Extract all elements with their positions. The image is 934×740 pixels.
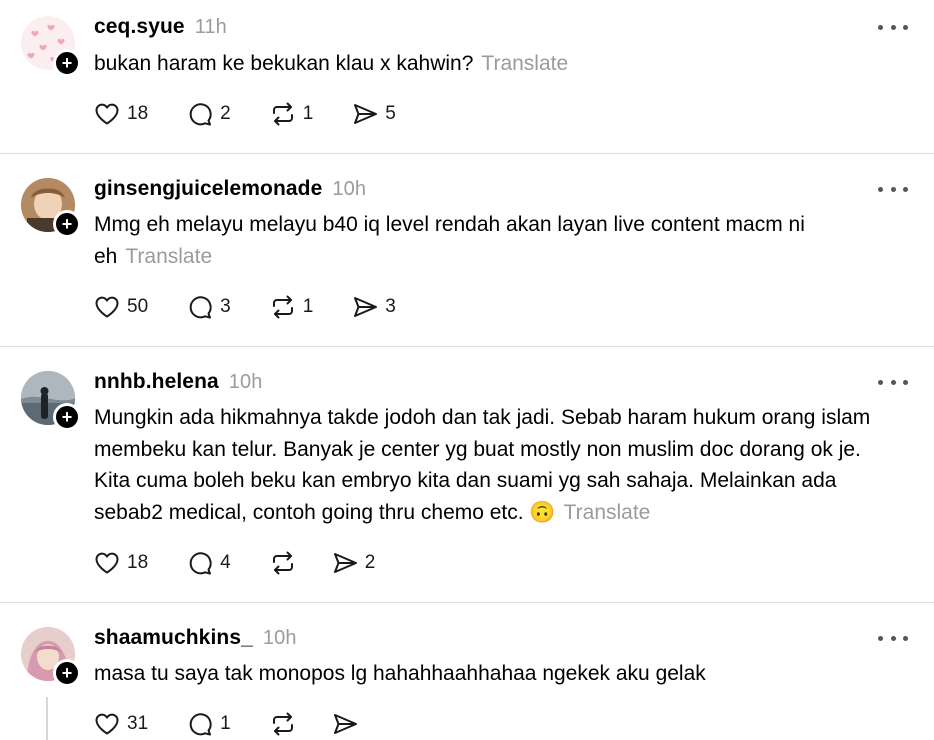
thread-line	[46, 697, 48, 740]
post-text: Mungkin ada hikmahnya takde jodoh dan ta…	[94, 402, 899, 528]
heart-icon	[95, 296, 119, 318]
like-button[interactable]: 50	[93, 293, 148, 321]
share-button[interactable]: 3	[351, 293, 396, 321]
timestamp: 11h	[194, 16, 227, 38]
send-icon	[354, 297, 378, 317]
share-button[interactable]: 5	[351, 100, 396, 128]
follow-plus-icon[interactable]: +	[53, 210, 81, 238]
send-icon	[333, 553, 357, 573]
reply-button[interactable]: 2	[186, 100, 231, 128]
repost-button[interactable]	[269, 549, 297, 577]
share-count: 5	[385, 103, 396, 124]
post-text: Mmg eh melayu melayu b40 iq level rendah…	[94, 209, 904, 272]
like-count: 18	[127, 103, 149, 124]
share-button[interactable]: 2	[331, 549, 376, 577]
more-options-icon[interactable]	[878, 376, 908, 388]
username-text[interactable]: nnhb.helena	[94, 370, 219, 393]
repost-button[interactable]: 1	[269, 100, 314, 128]
comment-icon	[189, 552, 212, 575]
username-text[interactable]: ceq.syue	[94, 15, 185, 38]
repost-button[interactable]	[269, 710, 297, 738]
reply-button[interactable]: 3	[186, 293, 231, 321]
username[interactable]: ceq.syue 11h	[94, 15, 227, 39]
comment-icon	[189, 296, 212, 319]
post-body: masa tu saya tak monopos lg hahahhaahhah…	[94, 662, 706, 685]
repost-button[interactable]: 1	[269, 293, 314, 321]
post-text: masa tu saya tak monopos lg hahahhaahhah…	[94, 658, 904, 690]
follow-plus-icon[interactable]: +	[53, 403, 81, 431]
reply-count: 2	[220, 103, 231, 124]
repost-count: 1	[302, 103, 314, 124]
reply-count: 4	[220, 552, 231, 573]
reply-count: 3	[220, 296, 231, 317]
follow-plus-icon[interactable]: +	[53, 49, 81, 77]
like-count: 18	[127, 552, 149, 573]
reply-button[interactable]: 4	[186, 549, 231, 577]
comment-icon	[189, 103, 212, 126]
more-options-icon[interactable]	[878, 21, 908, 33]
action-bar: 18 2 1 5	[93, 99, 434, 129]
comment-icon	[189, 713, 212, 736]
like-button[interactable]: 31	[93, 710, 148, 738]
more-options-icon[interactable]	[878, 183, 908, 195]
heart-icon	[95, 713, 119, 735]
post-text: bukan haram ke bekukan klau x kahwin? Tra…	[94, 48, 904, 80]
divider	[0, 346, 934, 347]
send-icon	[354, 104, 378, 124]
post-body: bukan haram ke bekukan klau x kahwin?	[94, 52, 474, 75]
translate-link[interactable]: Translate	[125, 245, 212, 268]
translate-link[interactable]: Translate	[481, 52, 568, 75]
post-body: Mungkin ada hikmahnya takde jodoh dan ta…	[94, 406, 871, 524]
repost-icon	[272, 551, 293, 575]
translate-link[interactable]: Translate	[564, 501, 651, 524]
action-bar: 50 3 1 3	[93, 292, 434, 322]
repost-count: 1	[302, 296, 314, 317]
like-button[interactable]: 18	[93, 100, 148, 128]
username-text[interactable]: shaamuchkins_	[94, 626, 253, 649]
divider	[0, 153, 934, 154]
divider	[0, 602, 934, 603]
share-button[interactable]	[331, 710, 359, 738]
like-count: 31	[127, 713, 149, 734]
timestamp: 10h	[262, 627, 297, 649]
username[interactable]: ginsengjuicelemonade 10h	[94, 177, 366, 201]
reply-count: 1	[220, 713, 231, 734]
repost-icon	[272, 712, 293, 736]
repost-icon	[272, 295, 293, 319]
like-button[interactable]: 18	[93, 549, 148, 577]
username[interactable]: shaamuchkins_ 10h	[94, 626, 297, 650]
heart-icon	[95, 103, 119, 125]
username[interactable]: nnhb.helena 10h	[94, 370, 262, 394]
like-count: 50	[127, 296, 149, 317]
action-bar: 31 1	[93, 709, 397, 739]
repost-icon	[272, 102, 293, 126]
username-text[interactable]: ginsengjuicelemonade	[94, 177, 322, 200]
share-count: 2	[364, 552, 376, 573]
reply-feed: + ceq.syue 11h bukan haram ke bekukan kla…	[0, 0, 934, 740]
heart-icon	[95, 552, 119, 574]
send-icon	[333, 714, 357, 734]
share-count: 3	[385, 296, 396, 317]
action-bar: 18 4 2	[93, 548, 413, 578]
follow-plus-icon[interactable]: +	[53, 659, 81, 687]
timestamp: 10h	[228, 371, 263, 393]
more-options-icon[interactable]	[878, 632, 908, 644]
reply-button[interactable]: 1	[186, 710, 231, 738]
timestamp: 10h	[332, 178, 367, 200]
